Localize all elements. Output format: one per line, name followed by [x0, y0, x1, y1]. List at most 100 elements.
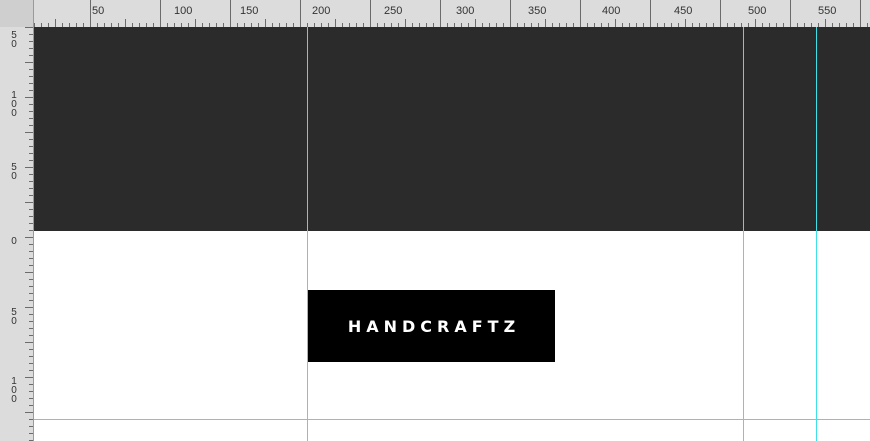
ruler-tick [25, 97, 33, 98]
ruler-tick [25, 307, 33, 308]
ruler-tick [29, 286, 33, 287]
vertical-guide-1[interactable] [307, 27, 308, 441]
ruler-tick [29, 349, 33, 350]
ruler-tick [55, 19, 56, 27]
ruler-label-350: 350 [528, 5, 547, 17]
ruler-tick [29, 335, 33, 336]
ruler-tick [755, 19, 756, 27]
logo-text: HANDCRAFTZ [347, 316, 521, 336]
ruler-tick [25, 412, 33, 413]
ruler-tick [29, 356, 33, 357]
ruler-tick [790, 0, 791, 27]
ruler-tick [29, 69, 33, 70]
ruler-tick [29, 111, 33, 112]
ruler-label-450: 450 [674, 5, 693, 17]
ruler-label-150: 150 [240, 5, 259, 17]
ruler-tick [25, 27, 33, 28]
ruler-tick [860, 0, 861, 27]
ruler-tick [29, 41, 33, 42]
ruler-tick [29, 181, 33, 182]
ruler-tick [29, 209, 33, 210]
ruler-tick [29, 223, 33, 224]
left-ruler[interactable]: 5 0 1 0 0 5 0 0 5 0 1 0 0 [0, 27, 34, 441]
ruler-tick [29, 244, 33, 245]
ruler-tick [25, 237, 33, 238]
ruler-label-50-bottom: 5 0 [11, 307, 17, 327]
ruler-label-250: 250 [384, 5, 403, 17]
ruler-tick [29, 251, 33, 252]
ruler-tick [160, 0, 161, 27]
ruler-tick [29, 426, 33, 427]
ruler-tick [29, 370, 33, 371]
ruler-tick [29, 55, 33, 56]
ruler-tick [29, 90, 33, 91]
ruler-tick [29, 146, 33, 147]
ruler-tick [29, 104, 33, 105]
ruler-tick [475, 19, 476, 27]
ruler-label-100-bottom: 1 0 0 [11, 376, 17, 405]
ruler-tick [29, 216, 33, 217]
logo-block[interactable]: HANDCRAFTZ [308, 290, 555, 362]
ruler-tick [25, 342, 33, 343]
ruler-tick [25, 202, 33, 203]
ruler-tick [29, 321, 33, 322]
ruler-tick [25, 272, 33, 273]
ruler-tick [29, 160, 33, 161]
ruler-tick [580, 0, 581, 27]
ruler-label-500: 500 [748, 5, 767, 17]
ruler-tick [29, 433, 33, 434]
ruler-tick [29, 391, 33, 392]
ruler-tick [29, 328, 33, 329]
ruler-tick [29, 265, 33, 266]
ruler-label-550: 550 [818, 5, 837, 17]
ruler-tick [29, 139, 33, 140]
ruler-tick [29, 293, 33, 294]
ruler-label-50-mid: 5 0 [11, 162, 17, 182]
ruler-label-400: 400 [602, 5, 621, 17]
ruler-tick [405, 19, 406, 27]
ruler-label-0: 0 [11, 236, 17, 247]
ruler-tick [29, 419, 33, 420]
ruler-tick [25, 62, 33, 63]
ruler-tick [370, 0, 371, 27]
ruler-tick [29, 398, 33, 399]
ruler-tick [545, 19, 546, 27]
ruler-tick [29, 174, 33, 175]
ruler-tick [230, 0, 231, 27]
ruler-tick [29, 48, 33, 49]
ruler-label-200: 200 [312, 5, 331, 17]
ruler-tick [29, 363, 33, 364]
ruler-tick [615, 19, 616, 27]
ruler-tick [720, 0, 721, 27]
ruler-tick [195, 19, 196, 27]
ruler-tick [29, 76, 33, 77]
ruler-corner [0, 0, 34, 27]
header-band[interactable] [34, 27, 870, 231]
vertical-guide-3[interactable] [816, 27, 817, 441]
ruler-tick [29, 384, 33, 385]
ruler-tick [825, 19, 826, 27]
ruler-label-100: 100 [174, 5, 193, 17]
ruler-tick [300, 0, 301, 27]
ruler-tick [90, 0, 91, 27]
ruler-tick [29, 83, 33, 84]
ruler-tick [335, 19, 336, 27]
ruler-tick [29, 258, 33, 259]
ruler-tick [29, 405, 33, 406]
canvas[interactable]: HANDCRAFTZ [34, 27, 870, 441]
horizontal-guide[interactable] [34, 419, 870, 420]
ruler-label-100-top: 1 0 0 [11, 90, 17, 119]
top-ruler[interactable]: 50 100 150 200 250 300 350 400 450 500 5… [34, 0, 870, 27]
ruler-tick [25, 167, 33, 168]
ruler-tick [125, 19, 126, 27]
ruler-tick [685, 19, 686, 27]
ruler-tick [25, 377, 33, 378]
ruler-tick [29, 300, 33, 301]
ruler-tick [510, 0, 511, 27]
ruler-tick [29, 34, 33, 35]
ruler-tick [650, 0, 651, 27]
vertical-guide-2[interactable] [743, 27, 744, 441]
ruler-tick [440, 0, 441, 27]
ruler-tick [29, 230, 33, 231]
ruler-label-300: 300 [456, 5, 475, 17]
